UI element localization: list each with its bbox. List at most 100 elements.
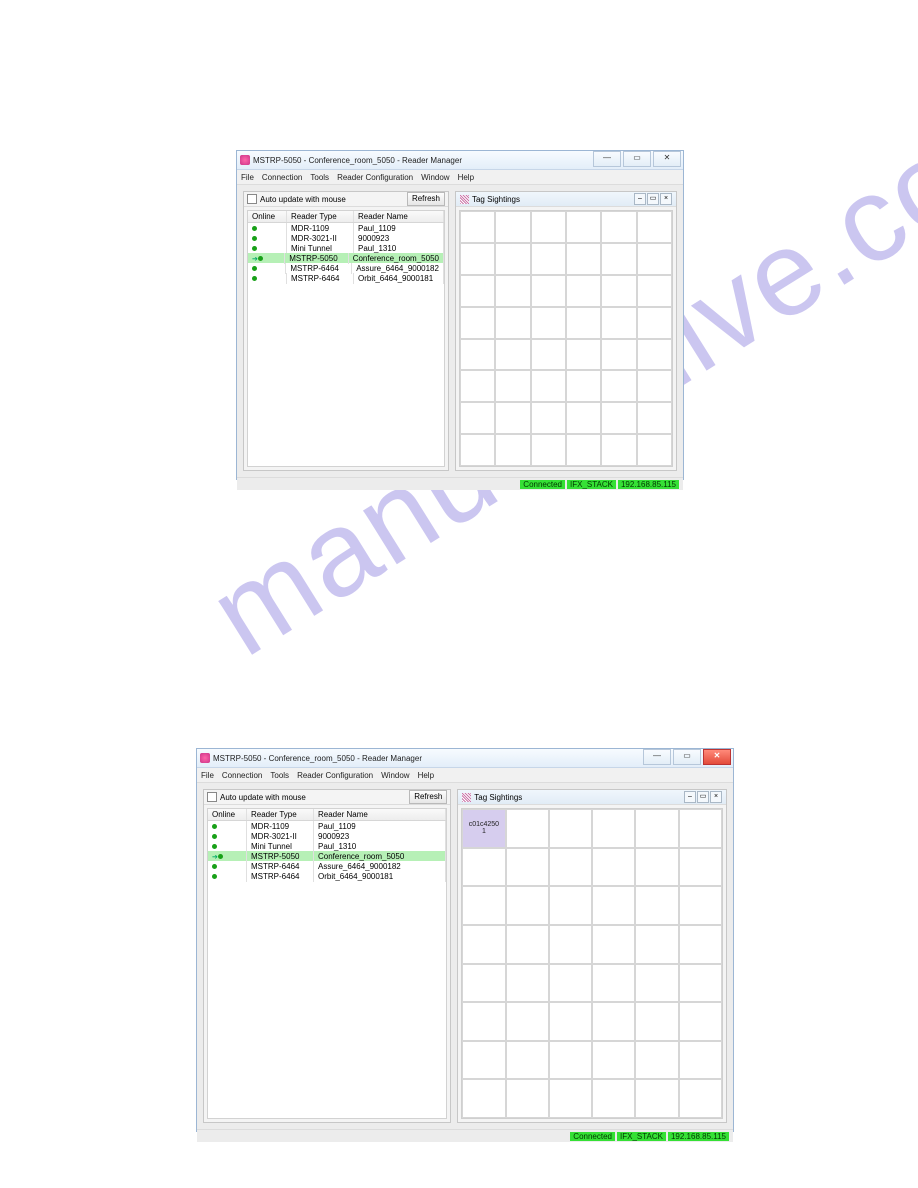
grid-cell[interactable]	[566, 243, 601, 275]
grid-cell[interactable]	[460, 275, 495, 307]
grid-cell[interactable]	[506, 886, 549, 925]
tag-grid[interactable]: c01c42501	[461, 808, 723, 1119]
close-button[interactable]: ✕	[703, 749, 731, 765]
minimize-button[interactable]: —	[643, 749, 671, 765]
grid-cell[interactable]	[460, 370, 495, 402]
close-button[interactable]: ✕	[653, 151, 681, 167]
grid-cell[interactable]	[637, 307, 672, 339]
grid-cell[interactable]	[531, 402, 566, 434]
grid-cell[interactable]	[549, 886, 592, 925]
grid-cell[interactable]	[495, 434, 530, 466]
grid-cell[interactable]	[592, 848, 635, 887]
table-row[interactable]: MSTRP-6464Orbit_6464_9000181	[248, 273, 444, 283]
titlebar[interactable]: MSTRP-5050 - Conference_room_5050 - Read…	[237, 151, 683, 170]
grid-cell[interactable]	[506, 964, 549, 1003]
grid-cell[interactable]	[635, 925, 678, 964]
tag-cell[interactable]: c01c42501	[462, 809, 505, 848]
grid-cell[interactable]	[506, 925, 549, 964]
grid-cell[interactable]	[637, 434, 672, 466]
grid-cell[interactable]	[592, 1079, 635, 1118]
grid-cell[interactable]	[462, 925, 505, 964]
grid-cell[interactable]	[635, 848, 678, 887]
grid-cell[interactable]	[601, 307, 636, 339]
grid-cell[interactable]	[495, 402, 530, 434]
grid-cell[interactable]	[549, 1002, 592, 1041]
grid-cell[interactable]	[679, 848, 722, 887]
grid-cell[interactable]	[495, 211, 530, 243]
menu-window[interactable]: Window	[381, 771, 409, 780]
grid-cell[interactable]	[549, 964, 592, 1003]
col-online[interactable]: Online	[248, 211, 287, 222]
grid-cell[interactable]	[601, 339, 636, 371]
grid-cell[interactable]	[566, 275, 601, 307]
grid-cell[interactable]	[462, 964, 505, 1003]
grid-cell[interactable]	[679, 1079, 722, 1118]
menu-file[interactable]: File	[241, 173, 254, 182]
grid-cell[interactable]	[592, 964, 635, 1003]
grid-cell[interactable]	[495, 243, 530, 275]
grid-cell[interactable]	[679, 925, 722, 964]
titlebar[interactable]: MSTRP-5050 - Conference_room_5050 - Read…	[197, 749, 733, 768]
grid-cell[interactable]	[495, 339, 530, 371]
grid-cell[interactable]	[592, 925, 635, 964]
grid-cell[interactable]	[601, 402, 636, 434]
grid-cell[interactable]	[460, 339, 495, 371]
grid-cell[interactable]	[566, 339, 601, 371]
table-row[interactable]: ➔MSTRP-5050Conference_room_5050	[208, 851, 446, 861]
table-row[interactable]: MDR-3021-II9000923	[248, 233, 444, 243]
grid-cell[interactable]	[462, 1002, 505, 1041]
grid-cell[interactable]	[637, 275, 672, 307]
table-row[interactable]: MSTRP-6464Assure_6464_9000182	[248, 263, 444, 273]
col-online[interactable]: Online	[208, 809, 247, 820]
grid-cell[interactable]	[531, 434, 566, 466]
grid-cell[interactable]	[679, 1041, 722, 1080]
grid-cell[interactable]	[601, 275, 636, 307]
grid-cell[interactable]	[495, 370, 530, 402]
col-reader-type[interactable]: Reader Type	[247, 809, 314, 820]
grid-cell[interactable]	[506, 1002, 549, 1041]
grid-cell[interactable]	[549, 809, 592, 848]
grid-cell[interactable]	[592, 809, 635, 848]
grid-cell[interactable]	[506, 1079, 549, 1118]
grid-cell[interactable]	[635, 809, 678, 848]
table-row[interactable]: MDR-1109Paul_1109	[248, 223, 444, 233]
grid-cell[interactable]	[495, 307, 530, 339]
menu-connection[interactable]: Connection	[262, 173, 302, 182]
grid-cell[interactable]	[460, 243, 495, 275]
grid-cell[interactable]	[635, 1041, 678, 1080]
tag-grid[interactable]	[459, 210, 673, 467]
grid-cell[interactable]	[495, 275, 530, 307]
col-reader-name[interactable]: Reader Name	[314, 809, 446, 820]
grid-cell[interactable]	[462, 1041, 505, 1080]
table-row[interactable]: MSTRP-6464Assure_6464_9000182	[208, 861, 446, 871]
grid-cell[interactable]	[679, 964, 722, 1003]
grid-cell[interactable]	[566, 434, 601, 466]
grid-cell[interactable]	[601, 434, 636, 466]
grid-cell[interactable]	[460, 434, 495, 466]
grid-cell[interactable]	[635, 886, 678, 925]
col-reader-name[interactable]: Reader Name	[354, 211, 444, 222]
menu-help[interactable]: Help	[458, 173, 474, 182]
menu-tools[interactable]: Tools	[270, 771, 289, 780]
grid-cell[interactable]	[637, 402, 672, 434]
grid-cell[interactable]	[637, 370, 672, 402]
grid-cell[interactable]	[549, 925, 592, 964]
table-row[interactable]: MSTRP-6464Orbit_6464_9000181	[208, 871, 446, 881]
minimize-button[interactable]: —	[593, 151, 621, 167]
grid-cell[interactable]	[592, 1041, 635, 1080]
maximize-button[interactable]: ▭	[623, 151, 651, 167]
grid-cell[interactable]	[531, 370, 566, 402]
grid-cell[interactable]	[679, 809, 722, 848]
grid-cell[interactable]	[460, 307, 495, 339]
grid-cell[interactable]	[679, 1002, 722, 1041]
grid-cell[interactable]	[531, 339, 566, 371]
maximize-button[interactable]: ▭	[673, 749, 701, 765]
grid-cell[interactable]	[462, 886, 505, 925]
grid-cell[interactable]	[549, 848, 592, 887]
grid-cell[interactable]	[460, 402, 495, 434]
refresh-button[interactable]: Refresh	[409, 790, 447, 804]
grid-cell[interactable]	[566, 370, 601, 402]
menu-file[interactable]: File	[201, 771, 214, 780]
grid-cell[interactable]	[601, 211, 636, 243]
panel-close[interactable]: ×	[660, 193, 672, 205]
